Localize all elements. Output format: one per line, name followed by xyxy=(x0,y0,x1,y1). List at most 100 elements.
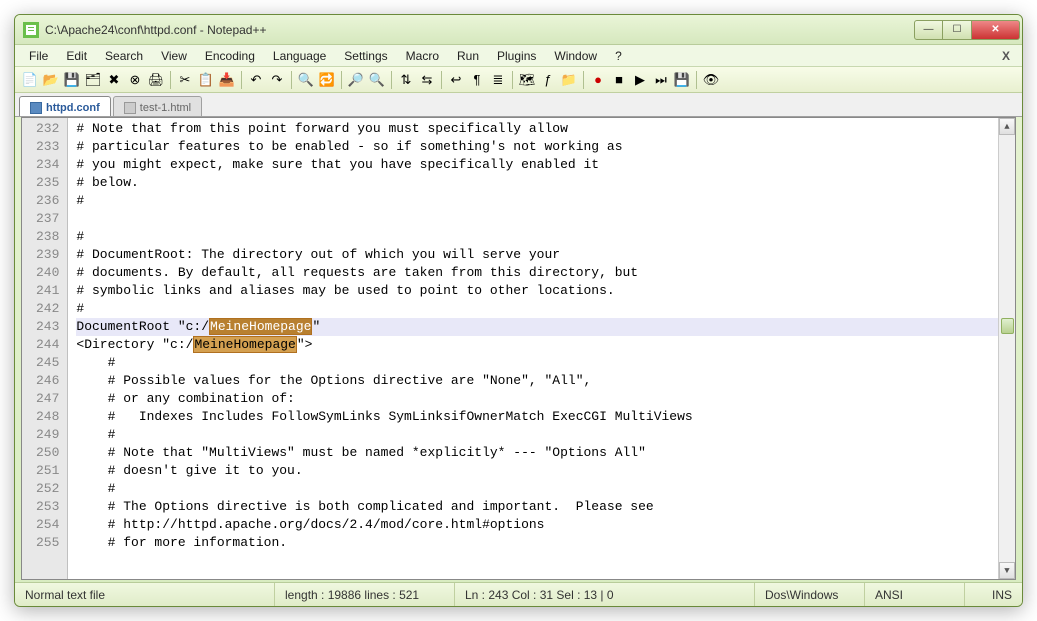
paste-icon[interactable]: 📥 xyxy=(218,71,236,89)
code-line[interactable]: # xyxy=(76,426,998,444)
code-line[interactable]: # you might expect, make sure that you h… xyxy=(76,156,998,174)
close-button[interactable]: ✕ xyxy=(972,20,1020,40)
code-line[interactable]: # Possible values for the Options direct… xyxy=(76,372,998,390)
maximize-button[interactable]: ☐ xyxy=(943,20,972,40)
code-line[interactable]: # Indexes Includes FollowSymLinks SymLin… xyxy=(76,408,998,426)
menu-encoding[interactable]: Encoding xyxy=(197,47,263,65)
status-mode: INS xyxy=(965,583,1022,606)
wrap-icon[interactable]: ↩ xyxy=(447,71,465,89)
sync-v-icon[interactable]: ⇅ xyxy=(397,71,415,89)
main-window: C:\Apache24\conf\httpd.conf - Notepad++ … xyxy=(14,14,1023,607)
code-content[interactable]: # Note that from this point forward you … xyxy=(68,118,998,579)
highlighted-match: MeineHomepage xyxy=(209,318,312,335)
monitor-icon[interactable]: 👁 xyxy=(702,71,720,89)
vertical-scrollbar[interactable]: ▲ ▼ xyxy=(998,118,1015,579)
code-line[interactable]: # DocumentRoot: The directory out of whi… xyxy=(76,246,998,264)
editor-area[interactable]: 2322332342352362372382392402412422432442… xyxy=(21,117,1016,580)
menu-bar: File Edit Search View Encoding Language … xyxy=(15,45,1022,67)
zoom-out-icon[interactable]: 🔍 xyxy=(368,71,386,89)
close-file-icon[interactable]: ✖ xyxy=(105,71,123,89)
code-line[interactable]: # symbolic links and aliases may be used… xyxy=(76,282,998,300)
replace-icon[interactable]: 🔁 xyxy=(318,71,336,89)
code-line[interactable]: # or any combination of: xyxy=(76,390,998,408)
cut-icon[interactable]: ✂ xyxy=(176,71,194,89)
find-icon[interactable]: 🔍 xyxy=(297,71,315,89)
separator xyxy=(583,71,584,89)
code-line[interactable]: # documents. By default, all requests ar… xyxy=(76,264,998,282)
show-nl-icon[interactable]: ¶ xyxy=(468,71,486,89)
line-number-gutter: 2322332342352362372382392402412422432442… xyxy=(22,118,68,579)
separator xyxy=(512,71,513,89)
tab-label: httpd.conf xyxy=(46,102,100,114)
file-icon xyxy=(30,102,42,114)
code-line[interactable]: # xyxy=(76,480,998,498)
code-line[interactable]: <Directory "c:/MeineHomepage"> xyxy=(76,336,998,354)
code-line[interactable]: # xyxy=(76,354,998,372)
scroll-up-icon[interactable]: ▲ xyxy=(999,118,1015,135)
stop-icon[interactable]: ■ xyxy=(610,71,628,89)
scrollbar-thumb[interactable] xyxy=(1001,318,1014,334)
code-line[interactable]: # below. xyxy=(76,174,998,192)
separator xyxy=(341,71,342,89)
zoom-in-icon[interactable]: 🔎 xyxy=(347,71,365,89)
code-line[interactable]: # http://httpd.apache.org/docs/2.4/mod/c… xyxy=(76,516,998,534)
open-file-icon[interactable]: 📂 xyxy=(42,71,60,89)
separator xyxy=(696,71,697,89)
separator xyxy=(291,71,292,89)
play-icon[interactable]: ▶ xyxy=(631,71,649,89)
sync-h-icon[interactable]: ⇆ xyxy=(418,71,436,89)
separator xyxy=(391,71,392,89)
menu-help[interactable]: ? xyxy=(607,47,630,65)
save-all-icon[interactable]: 🗂 xyxy=(84,71,102,89)
undo-icon[interactable]: ↶ xyxy=(247,71,265,89)
tab-test-1-html[interactable]: test-1.html xyxy=(113,96,202,116)
title-bar[interactable]: C:\Apache24\conf\httpd.conf - Notepad++ … xyxy=(15,15,1022,45)
minimize-button[interactable]: — xyxy=(914,20,943,40)
new-file-icon[interactable]: 📄 xyxy=(21,71,39,89)
doc-map-icon[interactable]: 🗺 xyxy=(518,71,536,89)
scroll-down-icon[interactable]: ▼ xyxy=(999,562,1015,579)
code-line[interactable]: # The Options directive is both complica… xyxy=(76,498,998,516)
toolbar: 📄 📂 💾 🗂 ✖ ⊗ 🖨 ✂ 📋 📥 ↶ ↷ 🔍 🔁 🔎 🔍 ⇅ ⇆ ↩ ¶ … xyxy=(15,67,1022,93)
close-all-icon[interactable]: ⊗ xyxy=(126,71,144,89)
save-icon[interactable]: 💾 xyxy=(63,71,81,89)
status-eol: Dos\Windows xyxy=(755,583,865,606)
menu-search[interactable]: Search xyxy=(97,47,151,65)
tab-httpd-conf[interactable]: httpd.conf xyxy=(19,96,111,116)
code-line[interactable]: # for more information. xyxy=(76,534,998,552)
status-encoding: ANSI xyxy=(865,583,965,606)
code-line[interactable]: # Note that "MultiViews" must be named *… xyxy=(76,444,998,462)
menu-view[interactable]: View xyxy=(153,47,195,65)
copy-icon[interactable]: 📋 xyxy=(197,71,215,89)
code-line[interactable]: # Note that from this point forward you … xyxy=(76,120,998,138)
separator xyxy=(241,71,242,89)
print-icon[interactable]: 🖨 xyxy=(147,71,165,89)
code-line[interactable]: # xyxy=(76,300,998,318)
indent-guide-icon[interactable]: ≣ xyxy=(489,71,507,89)
window-controls: — ☐ ✕ xyxy=(914,20,1020,40)
separator xyxy=(170,71,171,89)
menu-settings[interactable]: Settings xyxy=(336,47,395,65)
redo-icon[interactable]: ↷ xyxy=(268,71,286,89)
menu-edit[interactable]: Edit xyxy=(58,47,95,65)
record-icon[interactable]: ● xyxy=(589,71,607,89)
code-line[interactable]: # xyxy=(76,228,998,246)
menu-run[interactable]: Run xyxy=(449,47,487,65)
code-line[interactable]: # doesn't give it to you. xyxy=(76,462,998,480)
code-line[interactable]: # particular features to be enabled - so… xyxy=(76,138,998,156)
menu-close-document-icon[interactable]: X xyxy=(996,49,1016,63)
code-line[interactable]: # xyxy=(76,192,998,210)
play-multi-icon[interactable]: ⏭ xyxy=(652,71,670,89)
code-line[interactable] xyxy=(76,210,998,228)
code-line[interactable]: DocumentRoot "c:/MeineHomepage" xyxy=(76,318,998,336)
highlighted-match: MeineHomepage xyxy=(193,336,296,353)
menu-language[interactable]: Language xyxy=(265,47,334,65)
menu-macro[interactable]: Macro xyxy=(398,47,447,65)
menu-plugins[interactable]: Plugins xyxy=(489,47,544,65)
menu-file[interactable]: File xyxy=(21,47,56,65)
menu-window[interactable]: Window xyxy=(546,47,605,65)
file-icon xyxy=(124,102,136,114)
func-list-icon[interactable]: ƒ xyxy=(539,71,557,89)
folder-icon[interactable]: 📁 xyxy=(560,71,578,89)
save-macro-icon[interactable]: 💾 xyxy=(673,71,691,89)
